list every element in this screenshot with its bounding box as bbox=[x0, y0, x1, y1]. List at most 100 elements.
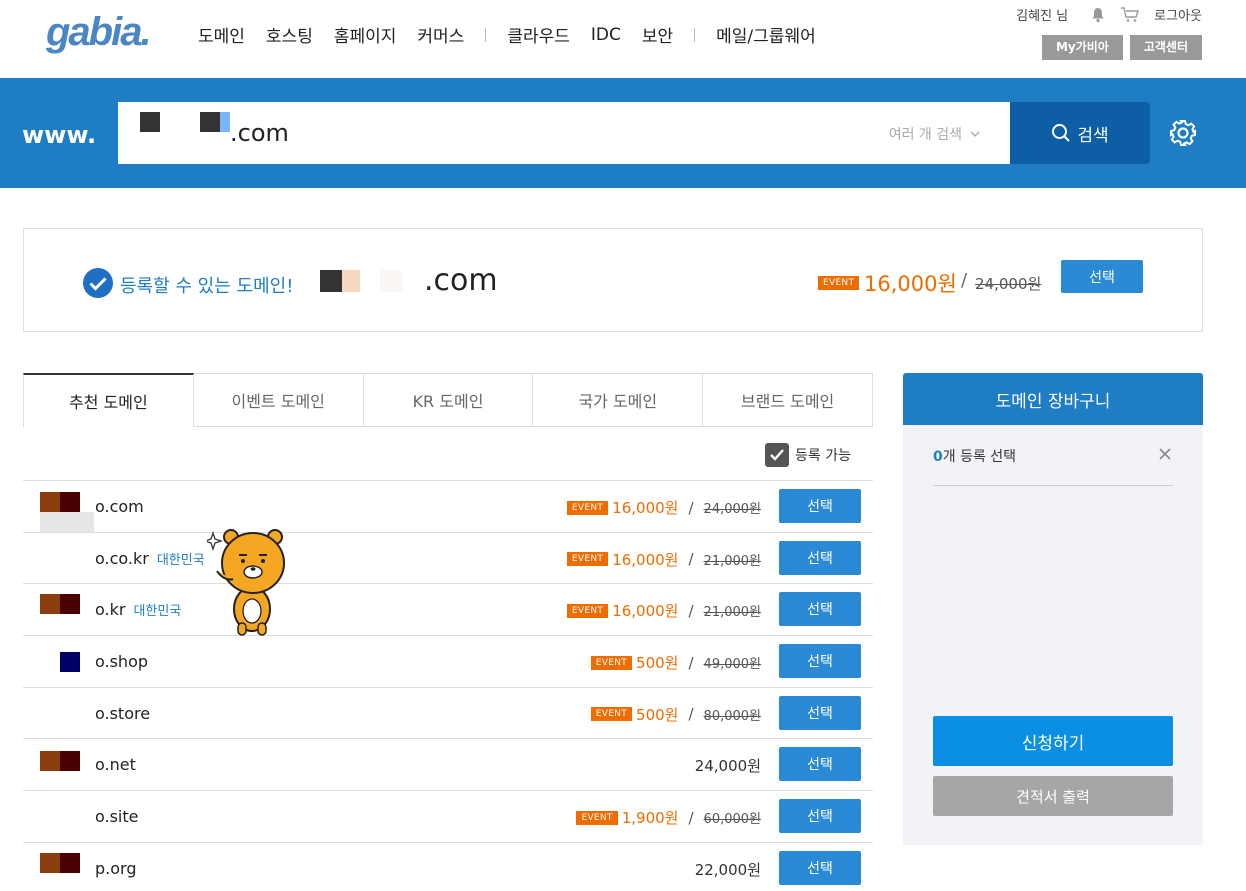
masked-pixel bbox=[60, 594, 80, 615]
checkmark-icon bbox=[770, 449, 784, 461]
masked-text bbox=[23, 795, 95, 840]
result-old-price: 24,000원 bbox=[975, 275, 1042, 293]
event-badge: EVENT bbox=[590, 707, 633, 722]
result-price: 16,000원 bbox=[864, 272, 957, 296]
cart-icon[interactable] bbox=[1120, 6, 1140, 23]
domain-price: 500원 bbox=[636, 705, 679, 724]
support-button[interactable]: 고객센터 bbox=[1129, 35, 1202, 60]
domain-name: o.store bbox=[95, 703, 151, 723]
price-separator: / bbox=[688, 653, 694, 672]
gabia-logo[interactable]: gabia. bbox=[46, 10, 152, 55]
domain-cart: 도메인 장바구니 0개 등록 선택 신청하기 견적서 출력 bbox=[903, 373, 1203, 845]
price-group: EVENT 500원 / 80,000원 bbox=[590, 704, 761, 725]
domain-search-band: www. .com 여러 개 검색 검색 bbox=[0, 78, 1246, 188]
domain-select-button[interactable]: 선택 bbox=[779, 592, 861, 627]
domain-price: 24,000원 bbox=[694, 757, 761, 776]
price-separator: / bbox=[688, 498, 694, 517]
country-tag: 대한민국 bbox=[156, 552, 205, 568]
country-tag: 대한민국 bbox=[133, 604, 182, 620]
nav-commerce[interactable]: 커머스 bbox=[417, 22, 464, 47]
domain-select-button[interactable]: 선택 bbox=[779, 489, 861, 523]
nav-hosting[interactable]: 호스팅 bbox=[266, 22, 313, 47]
select-label: 선택 bbox=[807, 860, 833, 877]
domain-select-button[interactable]: 선택 bbox=[779, 850, 861, 885]
domain-select-button[interactable]: 선택 bbox=[779, 644, 861, 679]
masked-text bbox=[23, 691, 95, 736]
domain-search-input[interactable]: .com 여러 개 검색 bbox=[118, 102, 1010, 164]
tab-event[interactable]: 이벤트 도메인 bbox=[193, 373, 364, 427]
select-label: 선택 bbox=[807, 809, 833, 826]
nav-mail-groupware[interactable]: 메일/그룹웨어 bbox=[716, 22, 816, 47]
logout-link[interactable]: 로그아웃 bbox=[1154, 5, 1202, 24]
select-label: 선택 bbox=[807, 550, 833, 567]
list-item: o.store EVENT 500원 / 80,000원 선택 bbox=[23, 686, 873, 739]
list-item: p.org 22,000원 선택 bbox=[23, 841, 873, 891]
list-item: o.net 24,000원 선택 bbox=[23, 738, 873, 790]
search-value: .com bbox=[230, 119, 289, 147]
user-name: 김혜진 님 bbox=[1016, 9, 1069, 24]
tab-brand[interactable]: 브랜드 도메인 bbox=[703, 373, 873, 427]
masked-pixel bbox=[140, 112, 160, 132]
price-group: EVENT 16,000원 / 21,000원 bbox=[566, 600, 761, 621]
www-prefix: www. bbox=[22, 121, 97, 149]
print-quote-button[interactable]: 견적서 출력 bbox=[933, 776, 1173, 816]
domain-old-price: 60,000원 bbox=[703, 812, 761, 828]
tab-kr[interactable]: KR 도메인 bbox=[363, 373, 534, 427]
select-label: 선택 bbox=[807, 757, 833, 774]
close-icon[interactable] bbox=[1159, 445, 1171, 464]
select-label: 선택 bbox=[807, 705, 833, 722]
utility-buttons: My가비아 고객센터 bbox=[1035, 35, 1202, 60]
available-filter-label: 등록 가능 bbox=[795, 448, 851, 464]
search-button[interactable]: 검색 bbox=[1010, 102, 1150, 164]
multi-search-toggle[interactable]: 여러 개 검색 bbox=[889, 124, 980, 144]
domain-price: 1,900원 bbox=[621, 809, 679, 828]
tab-recommended[interactable]: 추천 도메인 bbox=[23, 373, 194, 427]
nav-idc[interactable]: IDC bbox=[591, 25, 621, 45]
apply-button[interactable]: 신청하기 bbox=[933, 716, 1173, 766]
nav-homepage[interactable]: 홈페이지 bbox=[334, 22, 397, 47]
domain-name: p.org bbox=[95, 858, 137, 878]
gear-icon[interactable] bbox=[1168, 118, 1198, 152]
domain-select-button[interactable]: 선택 bbox=[779, 540, 861, 575]
available-filter[interactable]: 등록 가능 bbox=[765, 443, 851, 467]
domain-old-price: 80,000원 bbox=[703, 708, 761, 724]
masked-pixel bbox=[380, 270, 402, 292]
domain-name-text: o.kr bbox=[95, 600, 126, 620]
domain-price: 16,000원 bbox=[612, 550, 679, 569]
masked-pixel bbox=[40, 852, 60, 873]
available-checkbox[interactable] bbox=[765, 443, 789, 467]
domain-name: o.net bbox=[95, 755, 136, 775]
result-domain: .com bbox=[424, 263, 498, 298]
masked-text bbox=[23, 640, 95, 685]
list-item: o.com EVENT 16,000원 / 24,000원 선택 bbox=[23, 480, 873, 532]
price-separator: / bbox=[688, 808, 694, 827]
nav-domain[interactable]: 도메인 bbox=[198, 22, 245, 47]
price-group: EVENT 500원 / 49,000원 bbox=[590, 652, 761, 673]
domain-select-button[interactable]: 선택 bbox=[779, 747, 861, 782]
nav-security[interactable]: 보안 bbox=[642, 22, 673, 47]
domain-select-button[interactable]: 선택 bbox=[779, 695, 861, 730]
result-select-button[interactable]: 선택 bbox=[1061, 260, 1143, 293]
domain-price: 16,000원 bbox=[612, 499, 679, 517]
domain-old-price: 49,000원 bbox=[703, 657, 761, 673]
bell-icon[interactable] bbox=[1090, 7, 1106, 23]
nav-divider bbox=[485, 27, 487, 42]
global-header: gabia. 도메인 호스팅 홈페이지 커머스 클라우드 IDC 보안 메일/그… bbox=[0, 0, 1246, 78]
domain-price: 500원 bbox=[636, 654, 679, 673]
domain-old-price: 21,000원 bbox=[703, 605, 761, 621]
cart-title: 도메인 장바구니 bbox=[903, 373, 1203, 425]
masked-pixel bbox=[40, 594, 60, 615]
domain-name: o.kr 대한민국 bbox=[95, 600, 181, 619]
my-gabia-button[interactable]: My가비아 bbox=[1041, 35, 1123, 60]
masked-pixel bbox=[320, 270, 342, 292]
masked-pixel bbox=[342, 270, 360, 292]
select-label: 선택 bbox=[807, 654, 833, 671]
domain-name: o.com bbox=[95, 497, 144, 516]
tab-country[interactable]: 국가 도메인 bbox=[533, 373, 704, 427]
price-group: 24,000원 bbox=[695, 755, 761, 776]
domain-name: o.co.kr 대한민국 bbox=[95, 549, 205, 568]
list-item: o.shop EVENT 500원 / 49,000원 선택 bbox=[23, 635, 873, 687]
nav-cloud[interactable]: 클라우드 bbox=[507, 22, 570, 47]
price-group: EVENT 1,900원 / 60,000원 bbox=[576, 807, 761, 828]
domain-select-button[interactable]: 선택 bbox=[779, 799, 861, 834]
